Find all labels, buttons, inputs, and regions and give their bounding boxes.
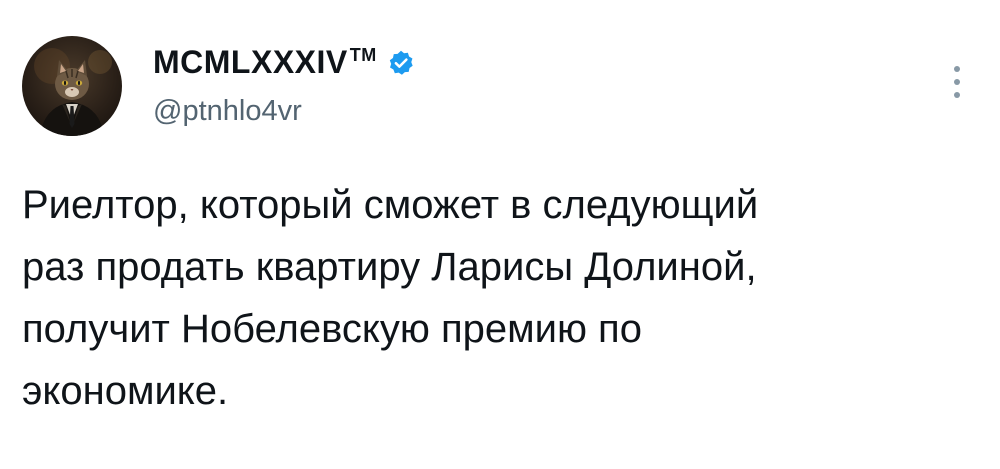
verified-badge-icon [387, 49, 415, 77]
more-dot [954, 79, 960, 85]
tweet-card: MCMLXXXIV TM @ptnhlo4vr Риелтор, который … [0, 0, 1000, 469]
avatar[interactable] [22, 36, 122, 136]
tweet-text-line: раз продать квартиру Ларисы Долиной, [22, 245, 757, 289]
tweet-text: Риелтор, который сможет в следующий раз … [22, 174, 982, 422]
more-dot [954, 66, 960, 72]
author-name-row: MCMLXXXIV TM [153, 40, 415, 84]
cat-avatar-image [34, 48, 112, 136]
tweet-text-line: получит Нобелевскую премию по [22, 307, 642, 351]
display-name[interactable]: MCMLXXXIV TM [153, 44, 377, 81]
more-dot [954, 92, 960, 98]
more-options-icon[interactable] [945, 62, 969, 102]
tweet-text-line: Риелтор, который сможет в следующий [22, 183, 759, 227]
tweet-text-line: экономике. [22, 369, 229, 413]
author-handle[interactable]: @ptnhlo4vr [153, 95, 302, 128]
trademark-mark: TM [349, 44, 377, 65]
